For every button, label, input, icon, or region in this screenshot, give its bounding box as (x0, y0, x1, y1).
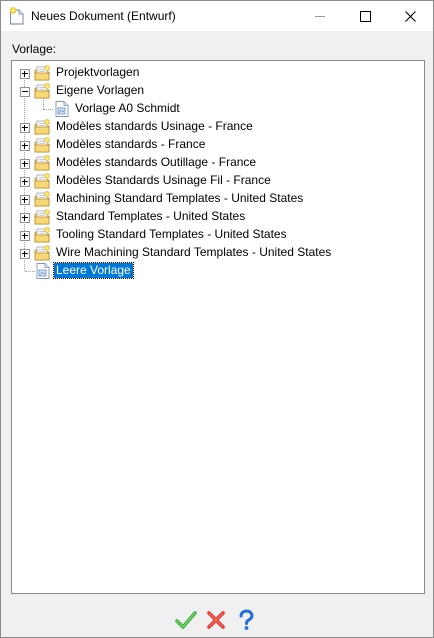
tree-item-modeles-usinage-fil[interactable]: Modèles Standards Usinage Fil - France (12, 172, 422, 190)
tree-item-tooling-us[interactable]: Tooling Standard Templates - United Stat… (12, 226, 422, 244)
help-button[interactable] (235, 609, 257, 631)
tree-item-label: Projektvorlagen (56, 65, 140, 79)
tree-item-machining-us[interactable]: Machining Standard Templates - United St… (12, 190, 422, 208)
expand-plus-icon[interactable] (20, 69, 30, 79)
tree-item-vorlage-a0-schmidt[interactable]: Vorlage A0 Schmidt (12, 100, 422, 118)
new-document-icon (9, 7, 24, 25)
title-bar: Neues Dokument (Entwurf) (1, 1, 433, 31)
tree-item-leere-vorlage[interactable]: Leere Vorlage (12, 262, 422, 280)
ok-button[interactable] (175, 609, 197, 631)
dialog-window: Neues Dokument (Entwurf) Vorlage: Projek… (0, 0, 434, 638)
template-folder-icon (34, 154, 52, 172)
expand-plus-icon[interactable] (20, 231, 30, 241)
close-button[interactable] (387, 1, 433, 31)
minimize-button[interactable] (297, 1, 343, 31)
template-tree[interactable]: Projektvorlagen Eigene Vorlagen Vorlage … (11, 60, 425, 594)
tree-item-label: Vorlage A0 Schmidt (75, 101, 180, 115)
tree-item-eigene-vorlagen[interactable]: Eigene Vorlagen (12, 82, 422, 100)
expand-plus-icon[interactable] (20, 177, 30, 187)
expand-plus-icon[interactable] (20, 141, 30, 151)
tree-item-label: Modèles standards - France (56, 137, 206, 151)
template-folder-icon (34, 190, 52, 208)
tree-item-label: Modèles standards Usinage - France (56, 119, 253, 133)
template-folder-icon (34, 118, 52, 136)
tree-item-label: Wire Machining Standard Templates - Unit… (56, 245, 332, 259)
tree-item-projektvorlagen[interactable]: Projektvorlagen (12, 64, 422, 82)
minimize-icon (315, 15, 325, 17)
template-folder-icon (34, 226, 52, 244)
template-folder-icon (34, 82, 52, 100)
x-icon (207, 611, 225, 629)
tree-item-modeles-outillage[interactable]: Modèles standards Outillage - France (12, 154, 422, 172)
document-template-icon (53, 100, 71, 118)
tree-item-label: Standard Templates - United States (56, 209, 246, 223)
maximize-icon (359, 10, 371, 22)
tree-item-modeles-standards[interactable]: Modèles standards - France (12, 136, 422, 154)
tree-item-label: Modèles Standards Usinage Fil - France (56, 173, 271, 187)
tree-item-label-selected: Leere Vorlage (53, 262, 134, 279)
window-title: Neues Dokument (Entwurf) (31, 9, 176, 23)
maximize-button[interactable] (342, 1, 388, 31)
template-folder-icon (34, 64, 52, 82)
expand-plus-icon[interactable] (20, 159, 30, 169)
tree-item-label: Machining Standard Templates - United St… (56, 191, 304, 205)
collapse-minus-icon[interactable] (20, 87, 30, 97)
template-label: Vorlage: (12, 42, 57, 56)
template-folder-icon (34, 172, 52, 190)
tree-item-label: Tooling Standard Templates - United Stat… (56, 227, 287, 241)
tree-item-label: Modèles standards Outillage - France (56, 155, 257, 169)
question-icon (239, 609, 254, 630)
checkmark-icon (175, 611, 197, 629)
template-folder-icon (34, 244, 52, 262)
tree-item-label: Eigene Vorlagen (56, 83, 145, 97)
template-folder-icon (34, 136, 52, 154)
expand-plus-icon[interactable] (20, 195, 30, 205)
tree-item-modeles-usinage[interactable]: Modèles standards Usinage - France (12, 118, 422, 136)
cancel-button[interactable] (205, 609, 227, 631)
close-icon (404, 10, 416, 22)
tree-item-wire-machining-us[interactable]: Wire Machining Standard Templates - Unit… (12, 244, 422, 262)
template-folder-icon (34, 208, 52, 226)
expand-plus-icon[interactable] (20, 123, 30, 133)
expand-plus-icon[interactable] (20, 249, 30, 259)
document-template-icon (34, 262, 52, 280)
tree-item-standard-us[interactable]: Standard Templates - United States (12, 208, 422, 226)
expand-plus-icon[interactable] (20, 213, 30, 223)
